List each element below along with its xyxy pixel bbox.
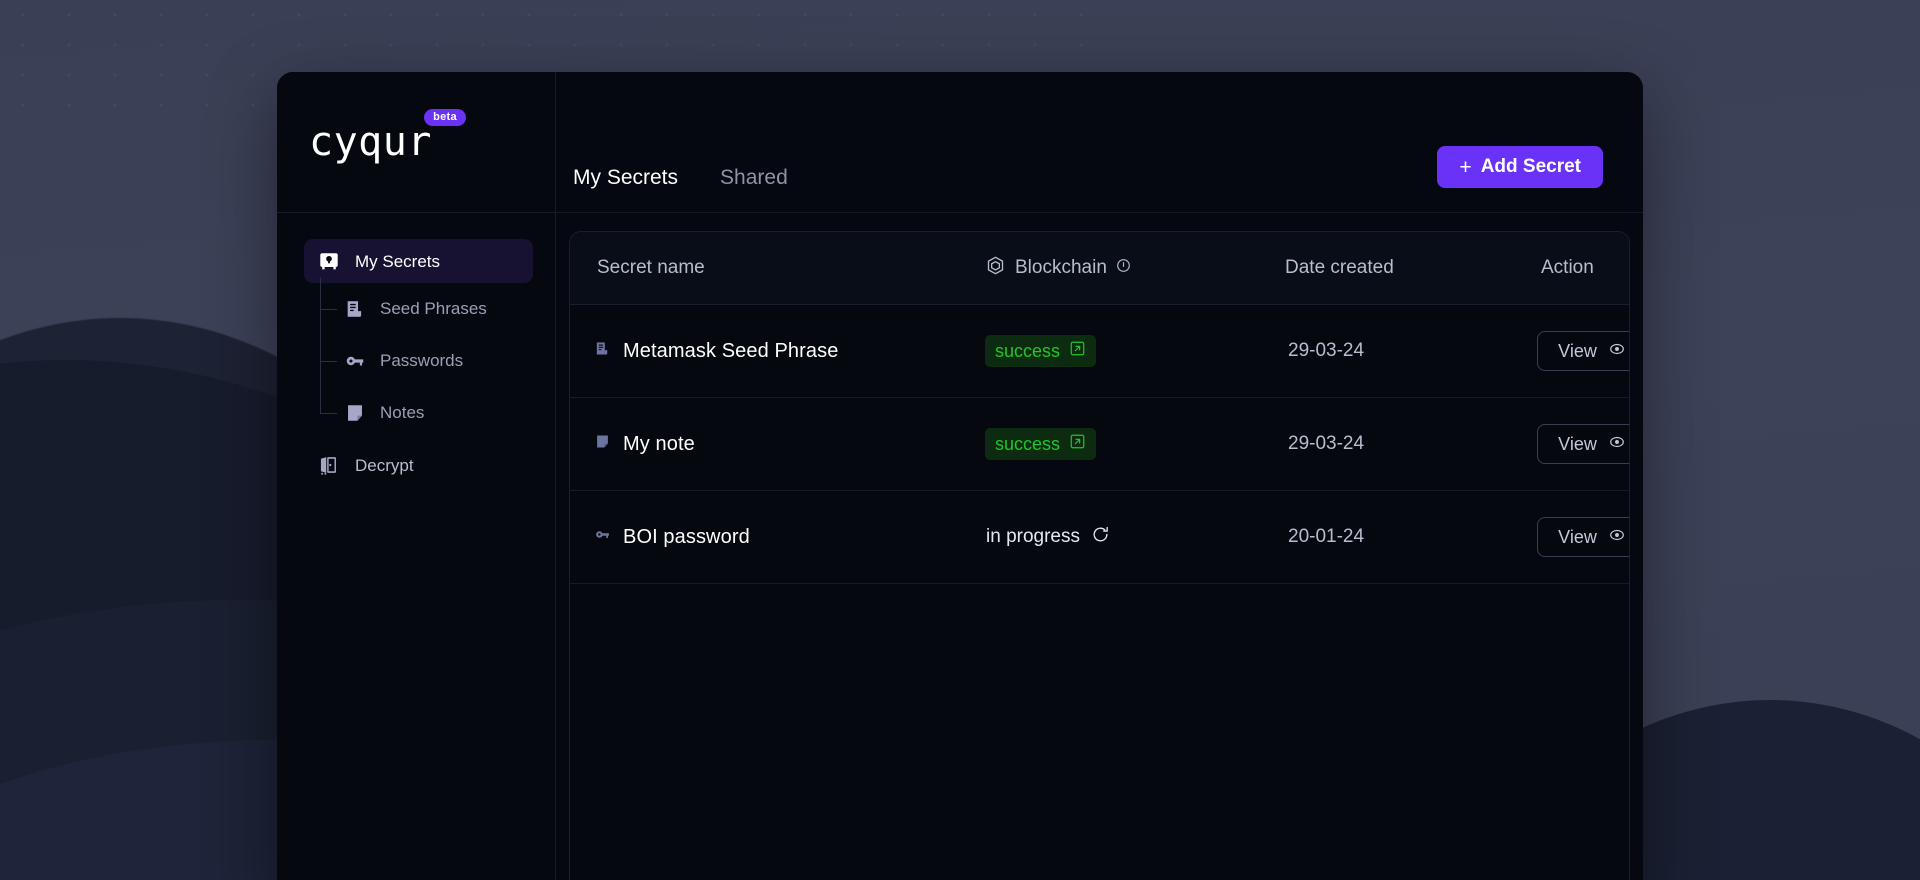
secret-name-label: BOI password xyxy=(623,525,750,548)
sidebar: cyqur beta My Secrets Seed Phrases Passw… xyxy=(277,72,556,880)
plus-icon: + xyxy=(1459,155,1472,179)
tab-bar: My Secrets Shared xyxy=(572,167,788,188)
status-label: in progress xyxy=(986,526,1080,547)
external-link-icon[interactable] xyxy=(1069,340,1086,362)
eye-icon xyxy=(1608,340,1626,363)
table-row[interactable]: My note success 29-03-24 View xyxy=(570,398,1629,491)
column-header-action: Action xyxy=(1541,257,1594,278)
sidebar-item-label: My Secrets xyxy=(355,251,441,271)
view-button[interactable]: View xyxy=(1537,424,1629,464)
external-link-icon[interactable] xyxy=(1069,433,1086,455)
secret-name-label: Metamask Seed Phrase xyxy=(623,339,839,362)
table-row[interactable]: BOI password in progress 20-01-24 View xyxy=(570,491,1629,584)
blockchain-status-cell: success xyxy=(985,335,1285,367)
column-header-blockchain-label: Blockchain xyxy=(1015,257,1107,278)
add-secret-button[interactable]: + Add Secret xyxy=(1437,146,1603,188)
info-icon[interactable] xyxy=(1116,257,1131,279)
column-header-blockchain: Blockchain xyxy=(985,255,1285,282)
column-header-date-created: Date created xyxy=(1285,257,1394,278)
sidebar-nav: My Secrets Seed Phrases Passwords Notes … xyxy=(277,213,555,487)
sidebar-item-passwords[interactable]: Passwords xyxy=(320,335,533,387)
secret-name-cell: Metamask Seed Phrase xyxy=(570,340,985,363)
logo[interactable]: cyqur beta xyxy=(309,109,466,165)
tab-shared[interactable]: Shared xyxy=(720,167,788,188)
status-text: in progress xyxy=(985,525,1110,550)
sidebar-subnav: Seed Phrases Passwords Notes xyxy=(320,277,533,439)
logo-text: cyqur xyxy=(309,119,432,165)
cube-icon xyxy=(985,255,1006,282)
tab-my-secrets[interactable]: My Secrets xyxy=(573,167,678,188)
secret-name-label: My note xyxy=(623,432,695,455)
sidebar-item-decrypt[interactable]: Decrypt xyxy=(304,443,533,487)
date-created-cell: 29-03-24 xyxy=(1288,340,1365,361)
view-button-label: View xyxy=(1558,340,1597,361)
key-icon xyxy=(344,350,366,372)
sidebar-item-label: Decrypt xyxy=(355,455,414,475)
content-area: Secret name Blockchain Date created Acti… xyxy=(556,213,1643,880)
sidebar-item-seed-phrases[interactable]: Seed Phrases xyxy=(320,283,533,335)
date-created-cell: 20-01-24 xyxy=(1288,526,1365,547)
secrets-table-card: Secret name Blockchain Date created Acti… xyxy=(569,231,1630,880)
table-row[interactable]: Metamask Seed Phrase success 29-03-24 Vi… xyxy=(570,305,1629,398)
sidebar-item-label: Passwords xyxy=(380,351,464,370)
view-button[interactable]: View xyxy=(1537,331,1629,371)
action-cell: View xyxy=(1525,517,1629,557)
main-panel: My Secrets Shared + Add Secret Secret na… xyxy=(556,72,1643,880)
blockchain-status-cell: success xyxy=(985,428,1285,460)
eye-icon xyxy=(1608,526,1626,549)
eye-icon xyxy=(1608,433,1626,456)
app-window: cyqur beta My Secrets Seed Phrases Passw… xyxy=(277,72,1643,880)
sidebar-item-label: Seed Phrases xyxy=(380,299,487,318)
topbar: My Secrets Shared + Add Secret xyxy=(556,72,1643,213)
safe-icon xyxy=(318,250,340,272)
beta-badge: beta xyxy=(424,109,466,126)
status-badge-label: success xyxy=(995,433,1061,454)
view-button-label: View xyxy=(1558,526,1597,547)
sidebar-item-label: Notes xyxy=(380,403,425,422)
view-button-label: View xyxy=(1558,433,1597,454)
key-icon xyxy=(594,526,611,549)
table-header-row: Secret name Blockchain Date created Acti… xyxy=(570,232,1629,305)
column-header-secret-name: Secret name xyxy=(597,257,705,278)
status-badge: success xyxy=(985,335,1097,367)
sidebar-item-notes[interactable]: Notes xyxy=(320,387,533,439)
blockchain-status-cell: in progress xyxy=(985,525,1285,550)
note-icon xyxy=(344,402,366,424)
view-button[interactable]: View xyxy=(1537,517,1629,557)
action-cell: View xyxy=(1525,331,1629,371)
secret-name-cell: BOI password xyxy=(570,526,985,549)
status-badge: success xyxy=(985,428,1097,460)
secret-name-cell: My note xyxy=(570,433,985,456)
document-lines-icon xyxy=(594,340,611,363)
note-icon xyxy=(594,433,611,456)
refresh-icon xyxy=(1091,525,1110,550)
document-lines-icon xyxy=(344,298,366,320)
add-secret-label: Add Secret xyxy=(1480,156,1581,177)
status-badge-label: success xyxy=(995,340,1061,361)
action-cell: View xyxy=(1525,424,1629,464)
date-created-cell: 29-03-24 xyxy=(1288,433,1365,454)
sidebar-item-my-secrets[interactable]: My Secrets xyxy=(304,239,533,283)
open-safe-icon xyxy=(318,454,340,476)
brand-bar: cyqur beta xyxy=(277,72,555,213)
